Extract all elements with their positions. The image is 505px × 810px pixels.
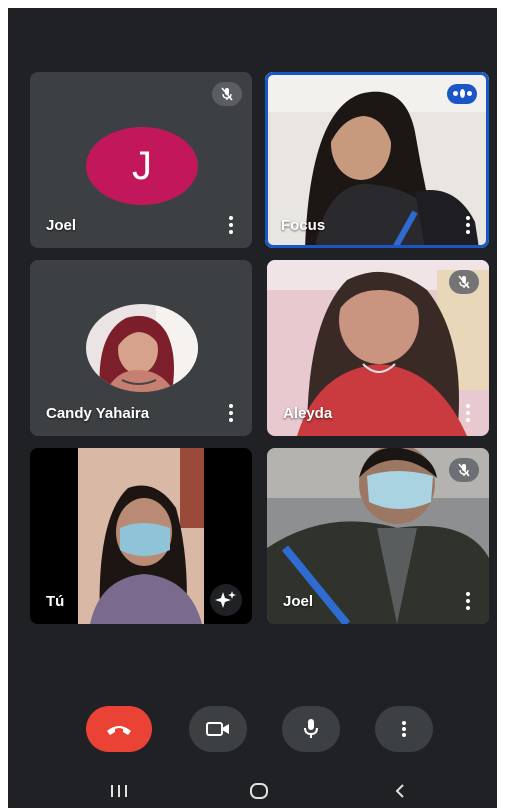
avatar bbox=[86, 304, 198, 392]
participant-name: Joel bbox=[46, 217, 77, 234]
meeting-screen: J Joel Focus Candy Yahaira Aleyda Tú Joe… bbox=[8, 8, 497, 808]
participant-tile-self[interactable]: Tú bbox=[30, 448, 252, 624]
more-options-icon[interactable] bbox=[465, 216, 471, 236]
profile-photo bbox=[86, 304, 198, 392]
microphone-toggle-button[interactable] bbox=[282, 706, 340, 752]
participant-name: Focus bbox=[281, 217, 326, 234]
effects-button[interactable] bbox=[210, 584, 242, 616]
participant-tile-aleyda[interactable]: Aleyda bbox=[267, 260, 489, 436]
more-options-icon[interactable] bbox=[228, 216, 234, 236]
sparkle-icon bbox=[215, 591, 236, 608]
more-options-button[interactable] bbox=[375, 706, 433, 752]
more-options-icon bbox=[402, 721, 406, 737]
home-icon[interactable] bbox=[248, 782, 270, 805]
participant-name: Tú bbox=[46, 593, 65, 610]
mic-off-icon bbox=[221, 87, 233, 101]
avatar: J bbox=[86, 127, 198, 205]
participant-tile-candy-yahaira[interactable]: Candy Yahaira bbox=[30, 260, 252, 436]
speaking-indicator bbox=[447, 84, 477, 104]
mic-off-icon bbox=[458, 275, 470, 289]
more-options-icon[interactable] bbox=[465, 592, 471, 612]
mic-off-icon bbox=[458, 463, 470, 477]
participant-tile-joel[interactable]: J Joel bbox=[30, 72, 252, 248]
recent-apps-icon[interactable] bbox=[108, 782, 130, 805]
participant-name: Candy Yahaira bbox=[46, 405, 150, 422]
participant-tile-focus[interactable]: Focus bbox=[265, 72, 489, 248]
participant-name: Joel bbox=[283, 593, 314, 610]
more-options-icon[interactable] bbox=[228, 404, 234, 424]
end-call-button[interactable] bbox=[86, 706, 152, 752]
muted-mic-badge bbox=[212, 82, 242, 106]
microphone-icon bbox=[304, 719, 318, 738]
camera-icon bbox=[206, 722, 229, 736]
camera-toggle-button[interactable] bbox=[189, 706, 247, 752]
end-call-icon bbox=[107, 726, 131, 735]
system-navigation-bar bbox=[8, 778, 497, 808]
muted-mic-badge bbox=[449, 270, 479, 294]
muted-mic-badge bbox=[449, 458, 479, 482]
participant-tile-joel-video[interactable]: Joel bbox=[267, 448, 489, 624]
more-options-icon[interactable] bbox=[465, 404, 471, 424]
back-icon[interactable] bbox=[392, 782, 408, 805]
participant-name: Aleyda bbox=[283, 405, 333, 422]
